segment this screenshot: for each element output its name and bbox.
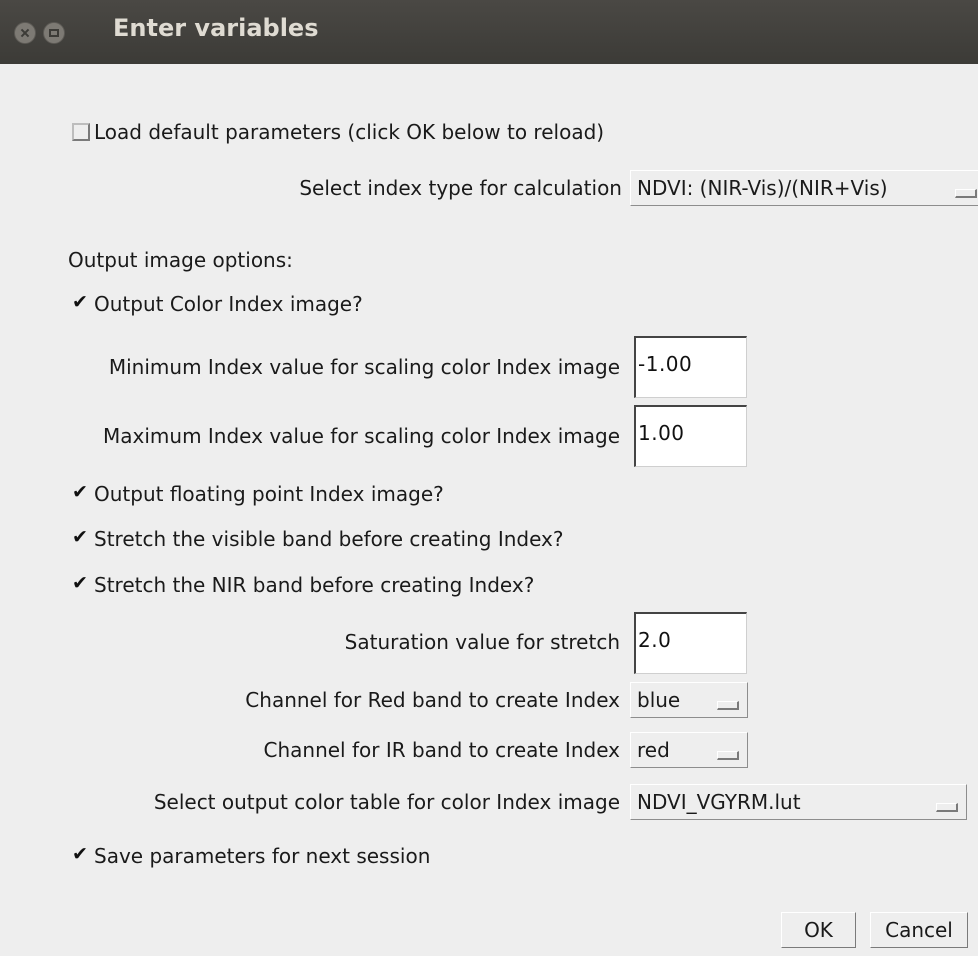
output-color-checkbox[interactable]: Output Color Index image? [72,291,363,316]
stretch-visible-label: Stretch the visible band before creating… [94,527,564,551]
red-channel-label: Channel for Red band to create Index [245,688,620,712]
load-default-label: Load default parameters (click OK below … [94,120,605,144]
checkbox-checked-icon[interactable] [72,526,90,548]
max-index-label: Maximum Index value for scaling color In… [103,424,620,448]
dropdown-icon [936,803,958,812]
output-float-label: Output floating point Index image? [94,482,444,506]
output-float-checkbox[interactable]: Output floating point Index image? [72,481,444,506]
index-type-value: NDVI: (NIR-Vis)/(NIR+Vis) [637,176,888,200]
ir-channel-select[interactable]: red [630,732,748,768]
output-options-heading: Output image options: [68,248,293,272]
minimize-icon[interactable] [43,22,65,44]
dropdown-icon [717,701,739,710]
index-type-select[interactable]: NDVI: (NIR-Vis)/(NIR+Vis) [630,170,978,206]
save-params-label: Save parameters for next session [94,844,431,868]
red-channel-value: blue [637,688,681,712]
color-table-select[interactable]: NDVI_VGYRM.lut [630,784,967,820]
cancel-button[interactable]: Cancel [870,912,968,948]
color-table-label: Select output color table for color Inde… [153,790,620,814]
window-title: Enter variables [113,14,319,42]
output-color-label: Output Color Index image? [94,292,363,316]
dropdown-icon [717,751,739,760]
checkbox-checked-icon[interactable] [72,572,90,594]
ir-channel-label: Channel for IR band to create Index [263,738,621,762]
stretch-nir-checkbox[interactable]: Stretch the NIR band before creating Ind… [72,572,535,597]
saturation-input[interactable]: 2.0 [634,612,747,674]
index-type-label: Select index type for calculation [299,176,622,200]
ir-channel-value: red [637,738,670,762]
saturation-label: Saturation value for stretch [344,630,620,654]
red-channel-select[interactable]: blue [630,682,748,718]
checkbox-checked-icon[interactable] [72,481,90,503]
ok-button[interactable]: OK [781,912,856,948]
stretch-nir-label: Stretch the NIR band before creating Ind… [94,573,535,597]
load-default-checkbox[interactable]: Load default parameters (click OK below … [72,120,604,144]
max-index-value: 1.00 [638,421,685,445]
dropdown-icon [955,189,977,198]
min-index-label: Minimum Index value for scaling color In… [108,355,620,379]
save-params-checkbox[interactable]: Save parameters for next session [72,843,431,868]
min-index-value: -1.00 [638,352,693,376]
color-table-value: NDVI_VGYRM.lut [637,790,801,814]
checkbox-checked-icon[interactable] [72,843,90,865]
checkbox-icon[interactable] [72,123,90,141]
checkbox-checked-icon[interactable] [72,291,90,313]
stretch-visible-checkbox[interactable]: Stretch the visible band before creating… [72,526,564,551]
max-index-input[interactable]: 1.00 [634,405,747,467]
min-index-input[interactable]: -1.00 [634,336,747,398]
title-bar[interactable]: Enter variables [0,0,978,64]
close-icon[interactable] [14,22,36,44]
saturation-value: 2.0 [638,628,672,652]
